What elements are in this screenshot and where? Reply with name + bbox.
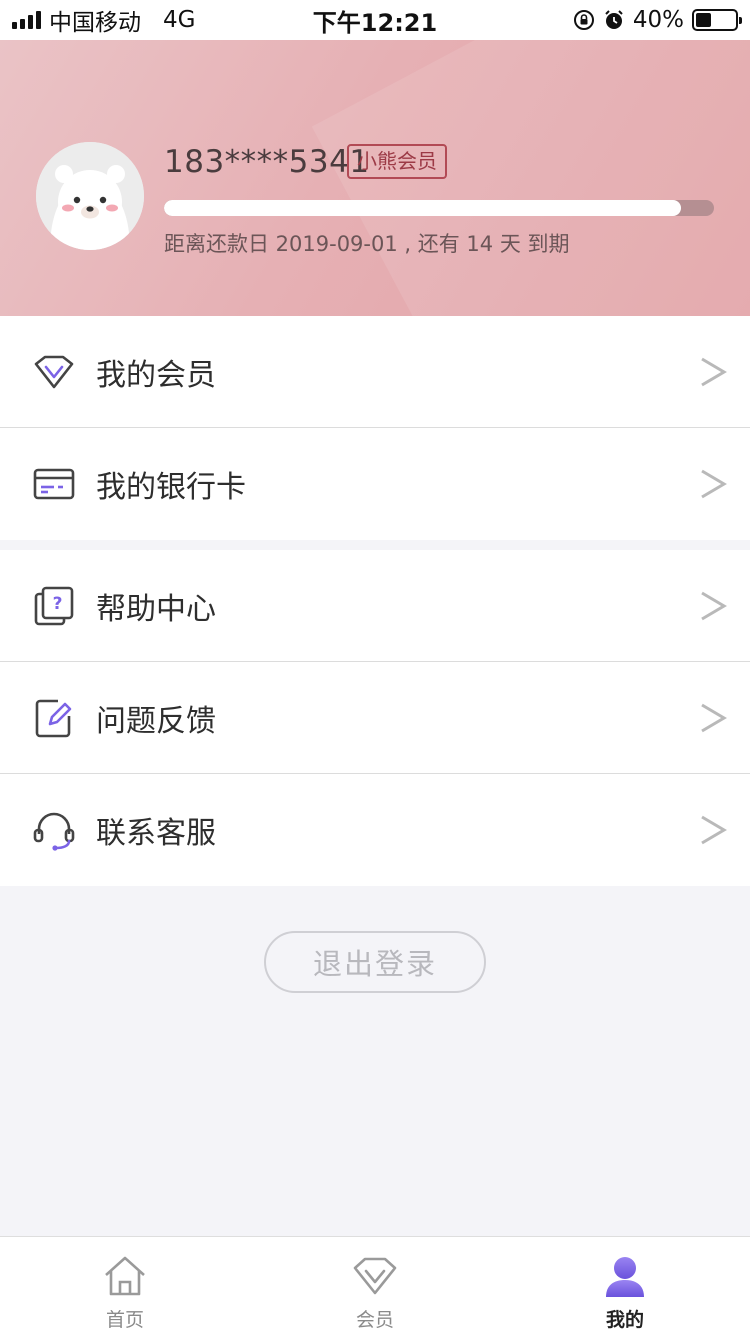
alarm-icon [603, 9, 625, 31]
chevron-right-icon [701, 357, 727, 386]
member-badge: 小熊会员 [347, 144, 447, 179]
rotation-lock-icon [573, 9, 595, 31]
menu-label: 我的会员 [96, 357, 216, 393]
menu-item-help-center[interactable]: ? 帮助中心 [0, 550, 750, 662]
status-bar: 中国移动 4G 下午12:21 40% [0, 0, 750, 40]
logout-button[interactable]: 退出登录 [264, 931, 486, 993]
diamond-icon [34, 355, 74, 388]
tab-bar: 首页 会员 我的 [0, 1236, 750, 1334]
menu-item-feedback[interactable]: 问题反馈 [0, 662, 750, 774]
bank-card-icon [33, 468, 75, 500]
chevron-right-icon [701, 469, 727, 499]
tab-label: 首页 [105, 1309, 144, 1331]
feedback-icon [35, 699, 72, 737]
menu-group-support: ? 帮助中心 问题反馈 联系客服 [0, 550, 750, 886]
chevron-right-icon [701, 703, 727, 732]
tab-label: 会员 [355, 1309, 394, 1331]
bear-avatar-icon [36, 142, 144, 250]
tab-mine[interactable]: 我的 [500, 1237, 750, 1334]
repayment-progress-bar [164, 200, 714, 216]
chevron-right-icon [701, 815, 727, 845]
repayment-progress-fill [164, 200, 681, 216]
network-type: 4G [163, 7, 196, 33]
signal-icon [12, 11, 41, 29]
menu-label: 问题反馈 [96, 703, 216, 739]
clock: 下午12:21 [312, 8, 438, 37]
tab-membership[interactable]: 会员 [250, 1237, 500, 1334]
menu-group-account: 我的会员 我的银行卡 [0, 316, 750, 540]
chevron-right-icon [701, 591, 727, 620]
menu-item-contact-service[interactable]: 联系客服 [0, 774, 750, 886]
menu-label: 我的银行卡 [96, 470, 246, 505]
headset-icon [33, 812, 75, 851]
profile-header: 183****5341 小熊会员 距离还款日 2019-09-01 , 还有 1… [0, 40, 750, 316]
battery-icon [692, 9, 742, 31]
home-icon [105, 1256, 145, 1296]
menu-item-my-membership[interactable]: 我的会员 [0, 316, 750, 428]
due-date-text: 距离还款日 2019-09-01 , 还有 14 天 到期 [164, 232, 570, 256]
phone-number: 183****5341 [164, 144, 370, 180]
tab-home[interactable]: 首页 [0, 1237, 250, 1334]
user-icon [606, 1257, 644, 1297]
svg-text:?: ? [53, 594, 63, 614]
diamond-icon [353, 1257, 397, 1295]
menu-label: 帮助中心 [96, 591, 216, 627]
battery-percent: 40% [632, 7, 684, 33]
menu-item-my-bank-card[interactable]: 我的银行卡 [0, 428, 750, 540]
carrier-name: 中国移动 [49, 10, 141, 36]
tab-label: 我的 [605, 1309, 644, 1331]
menu-label: 联系客服 [96, 816, 216, 851]
avatar[interactable] [36, 142, 144, 250]
help-center-icon: ? [34, 586, 74, 625]
